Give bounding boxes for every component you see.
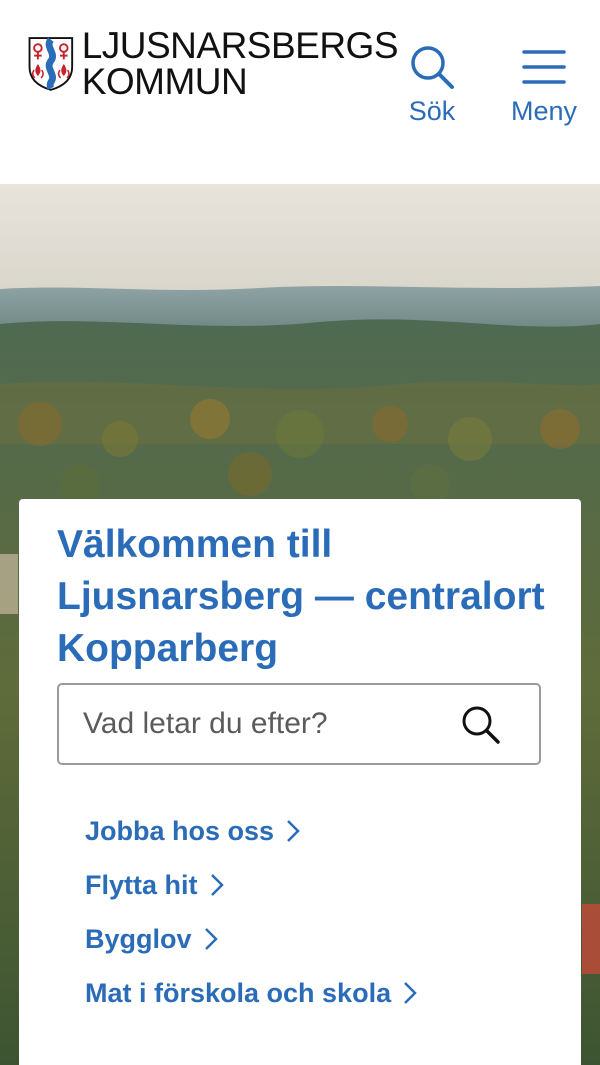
quick-link-flytta[interactable]: Flytta hit	[85, 870, 224, 901]
quick-link-bygglov[interactable]: Bygglov	[85, 924, 218, 955]
quick-link-label: Jobba hos oss	[85, 815, 275, 846]
coat-of-arms-icon	[28, 37, 74, 91]
welcome-title: Välkommen till Ljusnarsberg — centralort…	[57, 523, 545, 670]
search-field[interactable]	[57, 683, 541, 765]
search-label: Sök	[408, 96, 456, 126]
quick-link-mat[interactable]: Mat i förskola och skola	[85, 978, 417, 1009]
welcome-card: Välkommen till Ljusnarsberg — centralort…	[19, 499, 581, 1065]
municipality-logo[interactable]: LJUSNARSBERGS KOMMUN	[28, 25, 399, 102]
header-menu-button[interactable]: Meny	[505, 44, 583, 127]
search-input[interactable]	[81, 706, 465, 742]
logo-line-2: KOMMUN	[81, 61, 248, 102]
chevron-right-icon	[210, 874, 224, 896]
site-header: LJUSNARSBERGS KOMMUN Sök Meny	[0, 0, 600, 184]
list-item: Mat i förskola och skola	[85, 966, 417, 1020]
hero-image: Välkommen till Ljusnarsberg — centralort…	[0, 184, 600, 1065]
search-submit-icon[interactable]	[461, 705, 501, 745]
quick-links: Jobba hos oss Flytta hit Bygglov Mat i f…	[85, 804, 417, 1020]
chevron-right-icon	[287, 820, 300, 842]
logo-wordmark: LJUSNARSBERGS KOMMUN	[81, 25, 399, 102]
hamburger-icon	[522, 50, 566, 84]
logo-line-1: LJUSNARSBERGS	[81, 25, 399, 66]
list-item: Jobba hos oss	[85, 804, 417, 858]
menu-label: Meny	[510, 96, 578, 126]
magnifier-icon	[411, 46, 454, 89]
header-search-button[interactable]: Sök	[400, 44, 464, 127]
quick-link-label: Flytta hit	[85, 869, 198, 900]
list-item: Bygglov	[85, 912, 417, 966]
quick-link-label: Mat i förskola och skola	[85, 977, 392, 1008]
chevron-right-icon	[404, 982, 417, 1004]
list-item: Flytta hit	[85, 858, 417, 912]
quick-link-jobba[interactable]: Jobba hos oss	[85, 816, 300, 847]
quick-link-label: Bygglov	[85, 923, 192, 954]
chevron-right-icon	[204, 928, 218, 950]
